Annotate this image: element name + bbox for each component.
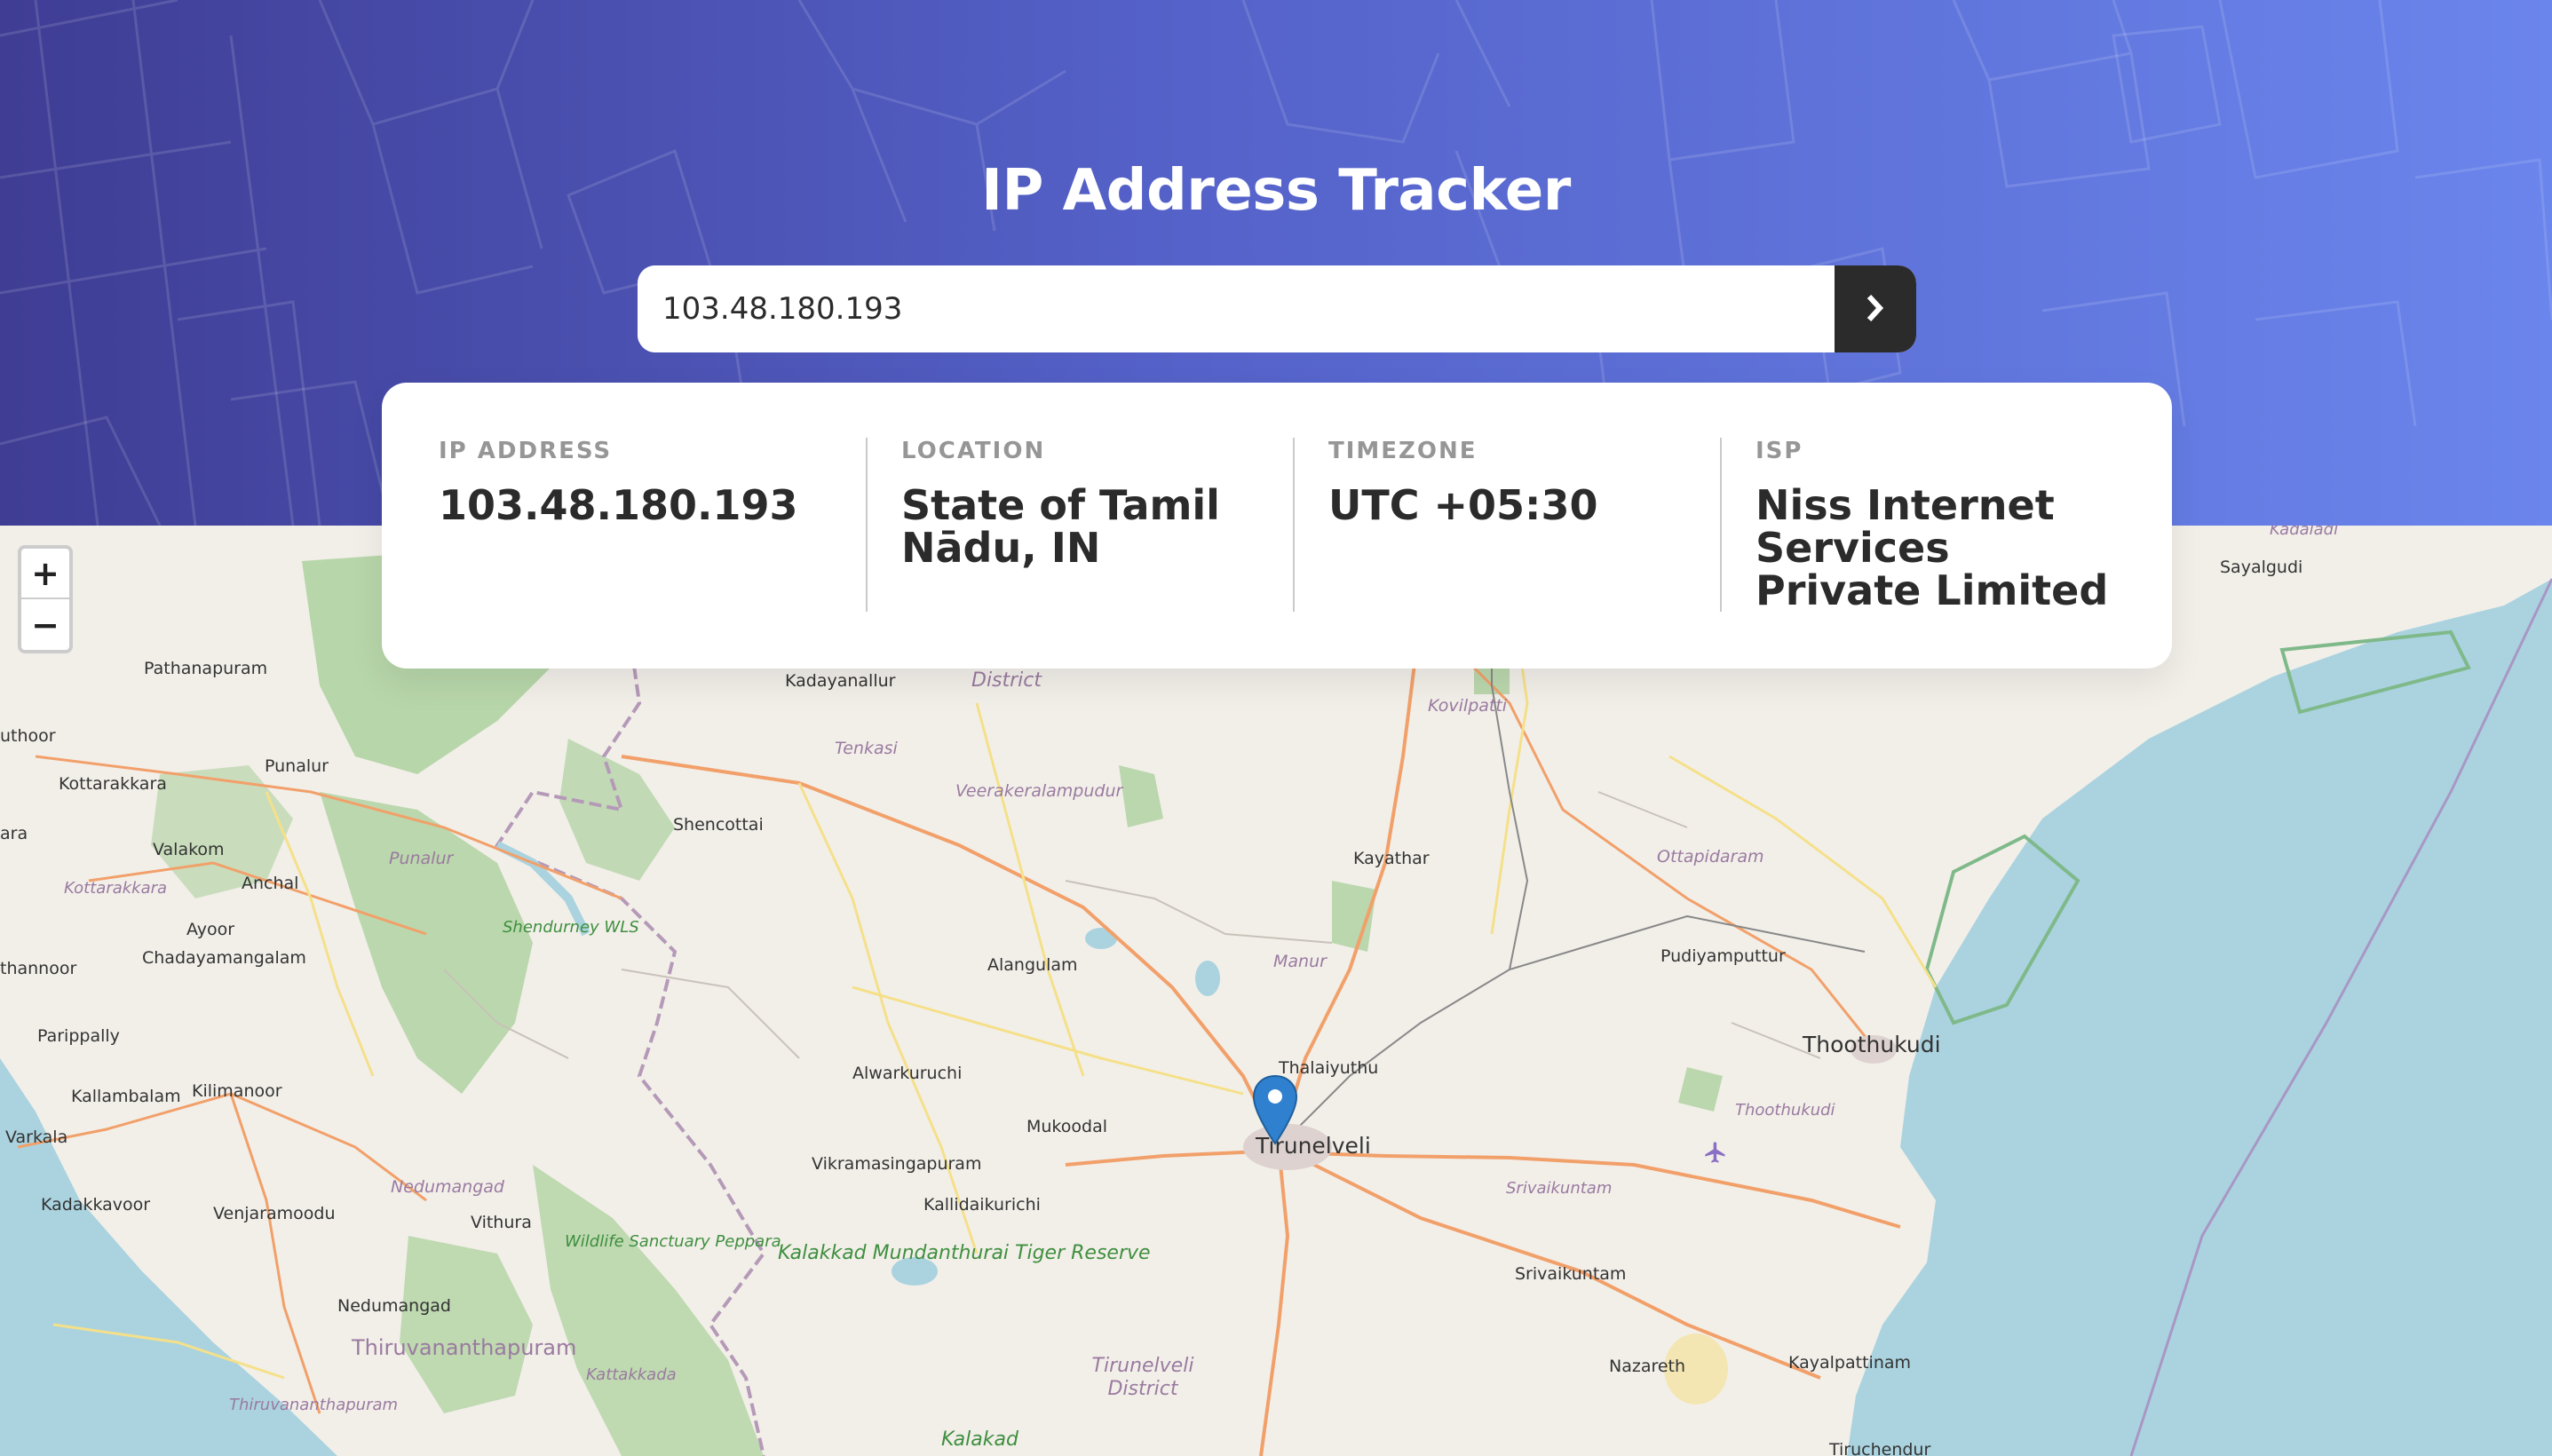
place-label: Tenkasi bbox=[835, 739, 898, 758]
place-label: Pathanapuram bbox=[144, 659, 268, 678]
place-label: Anchal bbox=[242, 874, 299, 893]
zoom-control: + − bbox=[18, 545, 73, 653]
place-label: Kayathar bbox=[1353, 849, 1430, 868]
place-label: Varkala bbox=[5, 1128, 68, 1147]
place-label: Chadayamangalam bbox=[142, 948, 306, 968]
ip-info-card: IP ADDRESS 103.48.180.193 LOCATION State… bbox=[382, 383, 2172, 669]
search-submit-button[interactable] bbox=[1835, 265, 1916, 352]
place-label: Thiruvananthapuram bbox=[229, 1396, 399, 1414]
place-label: Thiruvananthapuram bbox=[352, 1335, 577, 1360]
place-label: Shendurney WLS bbox=[503, 918, 639, 937]
place-label: Kadakkavoor bbox=[41, 1195, 151, 1215]
place-label: Kattakkada bbox=[586, 1365, 677, 1384]
place-label: Kadayanallur bbox=[785, 671, 896, 691]
place-label: Parippally bbox=[37, 1026, 120, 1046]
location-section: LOCATION State of Tamil Nādu, IN bbox=[866, 438, 1293, 669]
place-label: Kallidaikurichi bbox=[923, 1195, 1041, 1215]
place-label: Sayalgudi bbox=[2220, 558, 2303, 577]
isp-label: ISP bbox=[1755, 438, 1803, 464]
ip-search-input[interactable] bbox=[638, 265, 1835, 352]
place-label: Manur bbox=[1273, 952, 1327, 971]
place-label: Nazareth bbox=[1609, 1357, 1686, 1376]
place-label: Tiruchendur bbox=[1829, 1440, 1931, 1456]
place-label: Ayoor bbox=[186, 920, 235, 939]
ip-address-section: IP ADDRESS 103.48.180.193 bbox=[439, 438, 866, 669]
page-title: IP Address Tracker bbox=[981, 158, 1571, 224]
chevron-right-icon bbox=[1866, 294, 1885, 324]
place-label: Kalakkad Mundanthurai Tiger Reserve bbox=[778, 1243, 1151, 1264]
place-label: Vithura bbox=[471, 1213, 532, 1232]
place-label: Srivaikuntam bbox=[1515, 1264, 1627, 1284]
place-label: Shencottai bbox=[673, 815, 764, 835]
place-label: Ottapidaram bbox=[1657, 847, 1764, 866]
place-label: Kottarakkara bbox=[59, 774, 167, 794]
place-label: Thoothukudi bbox=[1735, 1101, 1835, 1120]
place-label: Punalur bbox=[265, 756, 329, 776]
location-label: LOCATION bbox=[901, 438, 1046, 464]
place-label: Tirunelveli District bbox=[1091, 1355, 1194, 1400]
isp-value: Niss Internet Services Private Limited bbox=[1755, 481, 2109, 614]
timezone-value: UTC +05:30 bbox=[1328, 481, 1598, 529]
place-label: Wildlife Sanctuary Peppara bbox=[565, 1232, 781, 1251]
place-label: thannoor bbox=[0, 959, 77, 978]
place-label: Kallambalam bbox=[71, 1087, 181, 1106]
place-label: Kayalpattinam bbox=[1788, 1353, 1912, 1373]
zoom-out-button[interactable]: − bbox=[21, 599, 69, 650]
map-pin-icon[interactable] bbox=[1252, 1074, 1298, 1149]
zoom-in-button[interactable]: + bbox=[21, 549, 69, 599]
place-label: Kovilpatti bbox=[1428, 696, 1508, 716]
place-label: Alwarkuruchi bbox=[852, 1064, 963, 1083]
place-label: Vikramasingapuram bbox=[812, 1154, 982, 1174]
place-label: Kalakad bbox=[941, 1428, 1018, 1451]
place-label: Kottarakkara bbox=[64, 879, 168, 898]
place-label: Valakom bbox=[153, 840, 225, 859]
timezone-label: TIMEZONE bbox=[1328, 438, 1478, 464]
place-label: uthoor bbox=[0, 726, 56, 746]
place-label: Punalur bbox=[389, 849, 454, 868]
place-label: Kilimanoor bbox=[192, 1081, 282, 1101]
place-label: Veerakeralampudur bbox=[955, 781, 1123, 801]
place-label: Srivaikuntam bbox=[1506, 1179, 1613, 1198]
place-label: District bbox=[971, 669, 1042, 692]
ip-address-label: IP ADDRESS bbox=[439, 438, 613, 464]
place-label: Thoothukudi bbox=[1803, 1032, 1941, 1057]
location-value: State of Tamil Nādu, IN bbox=[901, 481, 1220, 572]
place-label: Alangulam bbox=[987, 955, 1078, 975]
place-label: Mukoodal bbox=[1026, 1117, 1107, 1136]
isp-section: ISP Niss Internet Services Private Limit… bbox=[1720, 438, 2147, 669]
search-bar bbox=[638, 265, 1916, 352]
place-label: Nedumangad bbox=[391, 1177, 504, 1197]
place-label: Pudiyamputtur bbox=[1660, 946, 1786, 966]
place-label: ara bbox=[0, 824, 28, 843]
place-label: Venjaramoodu bbox=[213, 1204, 336, 1223]
airport-icon bbox=[1703, 1140, 1728, 1168]
ip-address-value: 103.48.180.193 bbox=[439, 481, 798, 529]
timezone-section: TIMEZONE UTC +05:30 bbox=[1293, 438, 1720, 669]
place-label: Nedumangad bbox=[337, 1296, 451, 1316]
